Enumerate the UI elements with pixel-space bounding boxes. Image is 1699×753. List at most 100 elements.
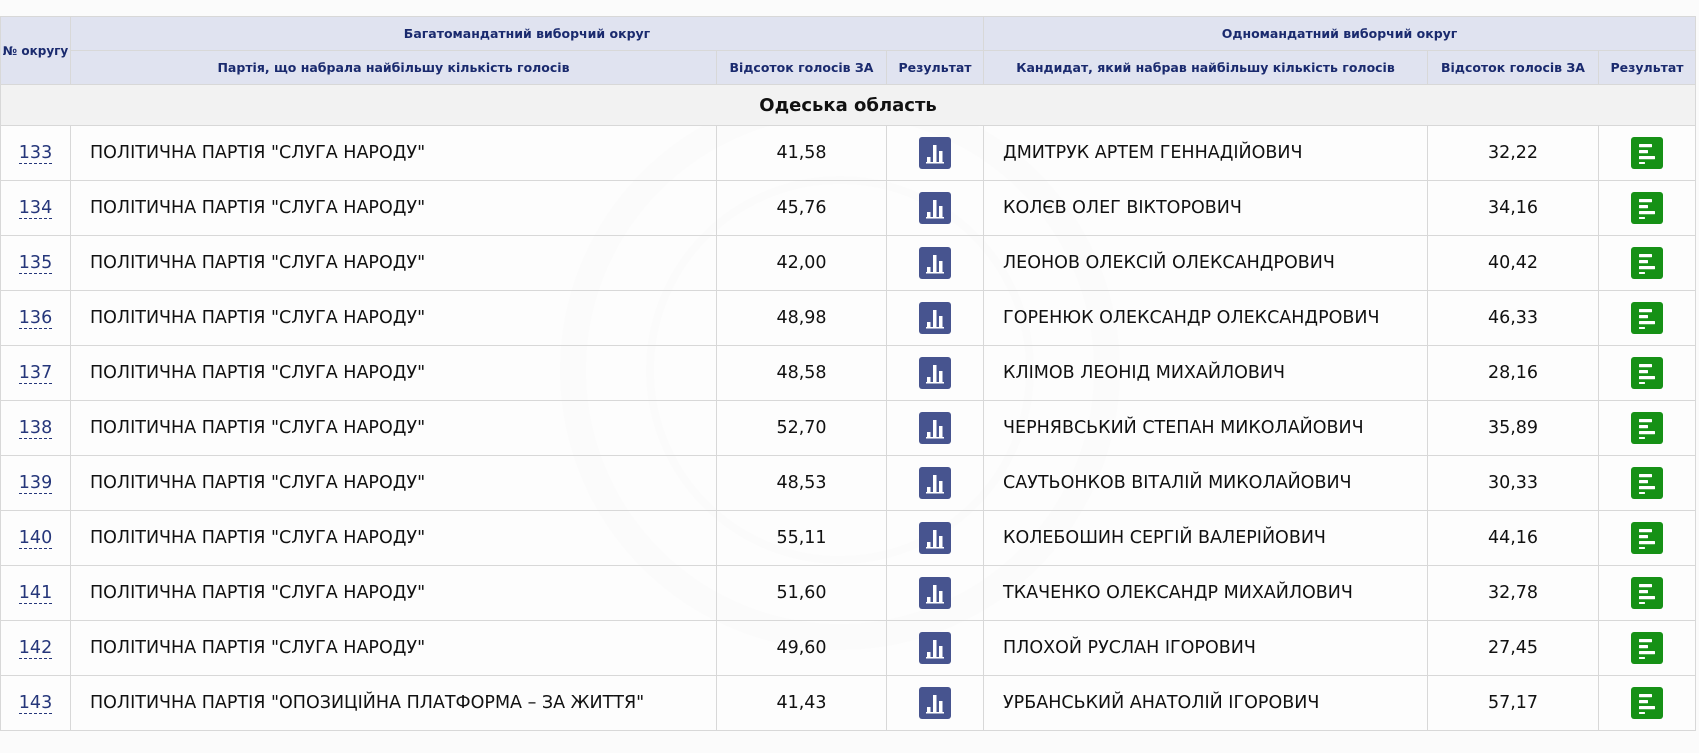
district-number-link[interactable]: 136 xyxy=(18,308,53,329)
district-number-cell: 133 xyxy=(0,125,71,181)
candidate-name: ДМИТРУК АРТЕМ ГЕННАДІЙОВИЧ xyxy=(983,125,1429,181)
table-row: 137 ПОЛІТИЧНА ПАРТІЯ "СЛУГА НАРОДУ" 48,58 К… xyxy=(0,345,1697,401)
multi-mandate-header: Багатомандатний виборчий округ xyxy=(69,16,985,51)
result-list-icon[interactable] xyxy=(1631,247,1664,279)
party-percent: 51,60 xyxy=(716,565,887,621)
candidate-percent: 27,45 xyxy=(1427,620,1600,676)
bar-chart-icon[interactable] xyxy=(919,687,951,719)
district-number-link[interactable]: 141 xyxy=(18,583,53,604)
district-number-link[interactable]: 137 xyxy=(18,363,53,384)
candidate-percent: 40,42 xyxy=(1427,235,1600,291)
district-number-cell: 136 xyxy=(0,290,71,346)
district-number-link[interactable]: 135 xyxy=(18,253,53,274)
party-result-cell xyxy=(885,400,985,456)
candidate-column-header: Кандидат, який набрав найбільшу кількіст… xyxy=(983,50,1429,85)
bar-chart-icon[interactable] xyxy=(919,192,951,224)
party-result-cell xyxy=(885,510,985,566)
candidate-percent: 28,16 xyxy=(1427,345,1600,401)
candidate-name: УРБАНСЬКИЙ АНАТОЛІЙ ІГОРОВИЧ xyxy=(983,675,1429,731)
candidate-name: САУТЬОНКОВ ВІТАЛІЙ МИКОЛАЙОВИЧ xyxy=(983,455,1429,511)
party-result-cell xyxy=(885,290,985,346)
party-result-cell xyxy=(885,675,985,731)
district-number-cell: 142 xyxy=(0,620,71,676)
district-number-cell: 141 xyxy=(0,565,71,621)
result-list-icon[interactable] xyxy=(1631,577,1664,609)
candidate-name: ПЛОХОЙ РУСЛАН ІГОРОВИЧ xyxy=(983,620,1429,676)
party-percent-header: Відсоток голосів ЗА xyxy=(716,50,887,85)
candidate-name: КОЛЕБОШИН СЕРГІЙ ВАЛЕРІЙОВИЧ xyxy=(983,510,1429,566)
table-row: 139 ПОЛІТИЧНА ПАРТІЯ "СЛУГА НАРОДУ" 48,53 С… xyxy=(0,455,1697,511)
table-row: 136 ПОЛІТИЧНА ПАРТІЯ "СЛУГА НАРОДУ" 48,98 Г… xyxy=(0,290,1697,346)
district-number-link[interactable]: 134 xyxy=(18,198,53,219)
candidate-result-cell xyxy=(1598,400,1697,456)
bar-chart-icon[interactable] xyxy=(919,522,951,554)
district-number-link[interactable]: 139 xyxy=(18,473,53,494)
table-row: 138 ПОЛІТИЧНА ПАРТІЯ "СЛУГА НАРОДУ" 52,70 Ч… xyxy=(0,400,1697,456)
candidate-result-cell xyxy=(1598,235,1697,291)
district-number-link[interactable]: 133 xyxy=(18,143,53,164)
district-number-cell: 139 xyxy=(0,455,71,511)
result-list-icon[interactable] xyxy=(1631,302,1664,334)
bar-chart-icon[interactable] xyxy=(919,577,951,609)
candidate-percent: 30,33 xyxy=(1427,455,1600,511)
party-percent: 42,00 xyxy=(716,235,887,291)
header-row-sub: Партія, що набрала найбільшу кількість г… xyxy=(1,50,1697,85)
candidate-result-header: Результат xyxy=(1598,50,1697,85)
result-list-icon[interactable] xyxy=(1631,687,1664,719)
party-percent: 52,70 xyxy=(716,400,887,456)
candidate-name: КЛІМОВ ЛЕОНІД МИХАЙЛОВИЧ xyxy=(983,345,1429,401)
party-result-cell xyxy=(885,455,985,511)
party-result-cell xyxy=(885,125,985,181)
result-list-icon[interactable] xyxy=(1631,632,1664,664)
candidate-result-cell xyxy=(1598,180,1697,236)
candidate-result-cell xyxy=(1598,565,1697,621)
party-result-cell xyxy=(885,620,985,676)
result-list-icon[interactable] xyxy=(1631,137,1664,169)
party-name: ПОЛІТИЧНА ПАРТІЯ "ОПОЗИЦІЙНА ПЛАТФОРМА –… xyxy=(70,675,717,731)
district-number-link[interactable]: 140 xyxy=(18,528,53,549)
district-number-cell: 134 xyxy=(0,180,71,236)
district-number-header: № округу xyxy=(0,16,71,85)
district-number-link[interactable]: 138 xyxy=(18,418,53,439)
party-percent: 45,76 xyxy=(716,180,887,236)
candidate-result-cell xyxy=(1598,675,1697,731)
bar-chart-icon[interactable] xyxy=(919,412,951,444)
district-number-link[interactable]: 142 xyxy=(18,638,53,659)
party-percent: 49,60 xyxy=(716,620,887,676)
bar-chart-icon[interactable] xyxy=(919,357,951,389)
party-name: ПОЛІТИЧНА ПАРТІЯ "СЛУГА НАРОДУ" xyxy=(70,125,717,181)
table-row: 142 ПОЛІТИЧНА ПАРТІЯ "СЛУГА НАРОДУ" 49,60 П… xyxy=(0,620,1697,676)
result-list-icon[interactable] xyxy=(1631,192,1664,224)
candidate-percent: 32,78 xyxy=(1427,565,1600,621)
bar-chart-icon[interactable] xyxy=(919,247,951,279)
party-name: ПОЛІТИЧНА ПАРТІЯ "СЛУГА НАРОДУ" xyxy=(70,345,717,401)
candidate-name: ЧЕРНЯВСЬКИЙ СТЕПАН МИКОЛАЙОВИЧ xyxy=(983,400,1429,456)
result-list-icon[interactable] xyxy=(1631,412,1664,444)
party-percent: 41,58 xyxy=(716,125,887,181)
party-result-cell xyxy=(885,345,985,401)
result-list-icon[interactable] xyxy=(1631,467,1664,499)
result-list-icon[interactable] xyxy=(1631,522,1664,554)
party-result-header: Результат xyxy=(885,50,985,85)
party-column-header: Партія, що набрала найбільшу кількість г… xyxy=(70,50,717,85)
party-name: ПОЛІТИЧНА ПАРТІЯ "СЛУГА НАРОДУ" xyxy=(70,180,717,236)
bar-chart-icon[interactable] xyxy=(919,137,951,169)
region-row: Одеська область xyxy=(0,84,1697,126)
party-name: ПОЛІТИЧНА ПАРТІЯ "СЛУГА НАРОДУ" xyxy=(70,400,717,456)
district-number-link[interactable]: 143 xyxy=(18,693,53,714)
party-name: ПОЛІТИЧНА ПАРТІЯ "СЛУГА НАРОДУ" xyxy=(70,455,717,511)
party-name: ПОЛІТИЧНА ПАРТІЯ "СЛУГА НАРОДУ" xyxy=(70,235,717,291)
candidate-percent: 46,33 xyxy=(1427,290,1600,346)
candidate-result-cell xyxy=(1598,455,1697,511)
result-list-icon[interactable] xyxy=(1631,357,1664,389)
single-mandate-header: Одномандатний виборчий округ xyxy=(983,16,1697,51)
candidate-result-cell xyxy=(1598,125,1697,181)
candidate-percent: 34,16 xyxy=(1427,180,1600,236)
header-row-top: № округу Багатомандатний виборчий округ … xyxy=(0,16,1697,85)
results-table: № округу Багатомандатний виборчий округ … xyxy=(0,16,1697,731)
party-percent: 48,53 xyxy=(716,455,887,511)
bar-chart-icon[interactable] xyxy=(919,467,951,499)
bar-chart-icon[interactable] xyxy=(919,632,951,664)
candidate-percent: 44,16 xyxy=(1427,510,1600,566)
bar-chart-icon[interactable] xyxy=(919,302,951,334)
